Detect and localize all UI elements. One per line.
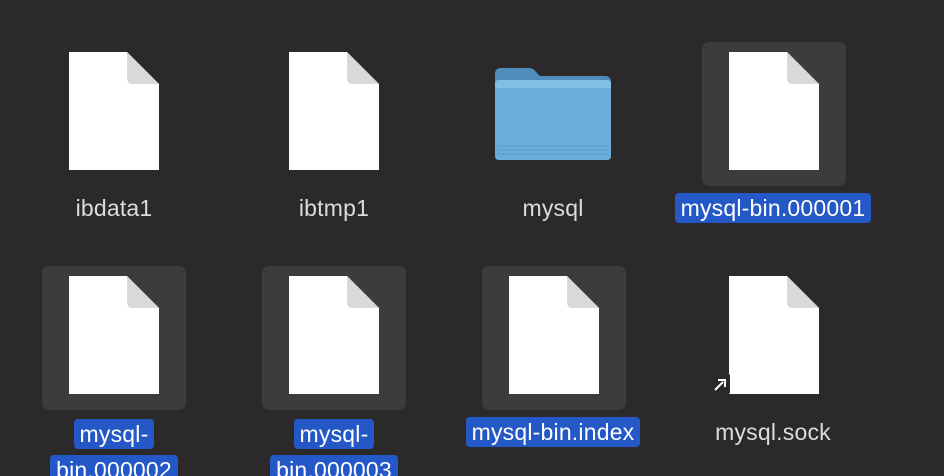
file-icon-tile <box>42 42 186 186</box>
document-icon <box>509 276 599 394</box>
file-icon-tile <box>482 266 626 410</box>
alias-arrow-icon <box>710 374 730 394</box>
folder-icon-tile <box>481 42 625 186</box>
file-name-label: ibtmp1 <box>298 195 370 221</box>
file-icon-tile <box>42 266 186 410</box>
document-icon <box>289 276 379 394</box>
finder-icon-grid: ibdata1 ibtmp1 mysql mysql-bin.000001 my… <box>0 0 944 476</box>
file-icon-tile <box>262 42 406 186</box>
folder-icon <box>495 68 611 160</box>
folder-name-label: mysql <box>522 195 584 221</box>
file-name-label: mysql-bin.index <box>465 417 641 447</box>
document-icon <box>729 52 819 170</box>
document-icon <box>69 52 159 170</box>
file-icon-tile <box>702 266 846 410</box>
file-name-label-line1: mysql- <box>293 419 375 449</box>
document-icon <box>69 276 159 394</box>
file-name-label: ibdata1 <box>75 195 153 221</box>
document-icon <box>729 276 819 394</box>
file-name-label: mysql.sock <box>715 419 831 445</box>
file-name-label-line1: mysql- <box>73 419 155 449</box>
file-name-label-line2: bin.000003 <box>270 455 398 476</box>
file-icon-tile <box>702 42 846 186</box>
file-name-label-line2: bin.000002 <box>50 455 178 476</box>
document-icon <box>289 52 379 170</box>
file-name-label: mysql-bin.000001 <box>674 193 872 223</box>
file-icon-tile <box>262 266 406 410</box>
